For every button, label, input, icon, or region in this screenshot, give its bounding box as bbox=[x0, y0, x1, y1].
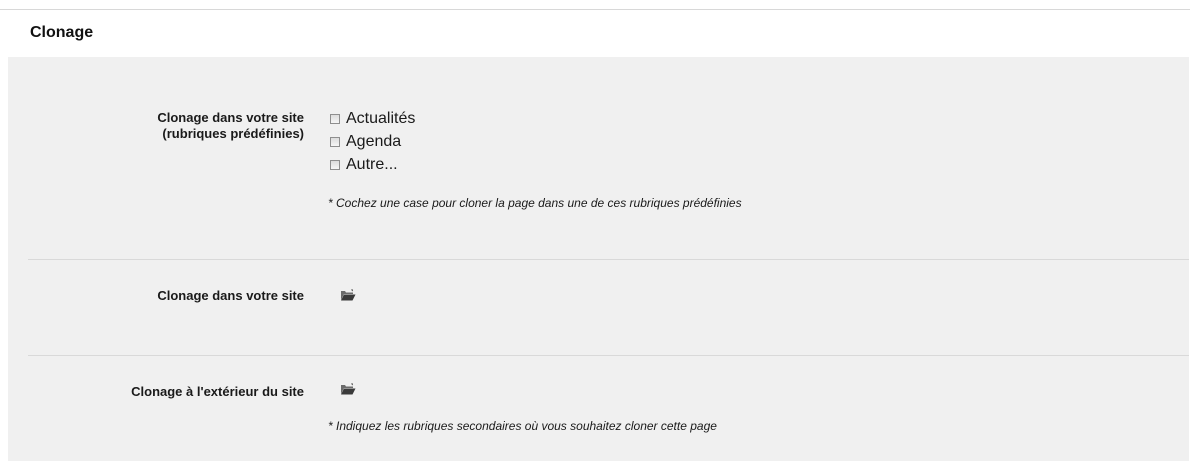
agenda-label: Agenda bbox=[346, 133, 402, 150]
folder-open-icon[interactable] bbox=[340, 289, 356, 301]
predefined-clone-label-line1: Clonage dans votre site bbox=[157, 110, 304, 125]
predefined-clone-label: Clonage dans votre site (rubriques prédé… bbox=[8, 110, 304, 142]
top-divider bbox=[0, 9, 1190, 10]
autre-label: Autre... bbox=[346, 156, 398, 173]
autre-checkbox[interactable] bbox=[330, 160, 340, 170]
row-divider bbox=[28, 355, 1189, 356]
section-title: Clonage bbox=[30, 24, 94, 41]
folder-open-icon[interactable] bbox=[340, 383, 356, 395]
option-agenda[interactable]: Agenda bbox=[330, 132, 401, 152]
option-actualites[interactable]: Actualités bbox=[330, 109, 415, 129]
actualites-label: Actualités bbox=[346, 110, 416, 127]
row-divider bbox=[28, 259, 1189, 260]
external-hint: * Indiquez les rubriques secondaires où … bbox=[328, 419, 717, 433]
external-clone-label: Clonage à l'extérieur du site bbox=[131, 384, 304, 399]
clonage-panel: Clonage dans votre site (rubriques prédé… bbox=[8, 57, 1189, 461]
actualites-checkbox[interactable] bbox=[330, 114, 340, 124]
predefined-clone-label-line2: (rubriques prédéfinies) bbox=[162, 126, 304, 141]
predefined-hint: * Cochez une case pour cloner la page da… bbox=[328, 196, 742, 210]
option-autre[interactable]: Autre... bbox=[330, 155, 398, 175]
agenda-checkbox[interactable] bbox=[330, 137, 340, 147]
internal-clone-label: Clonage dans votre site bbox=[157, 288, 304, 303]
